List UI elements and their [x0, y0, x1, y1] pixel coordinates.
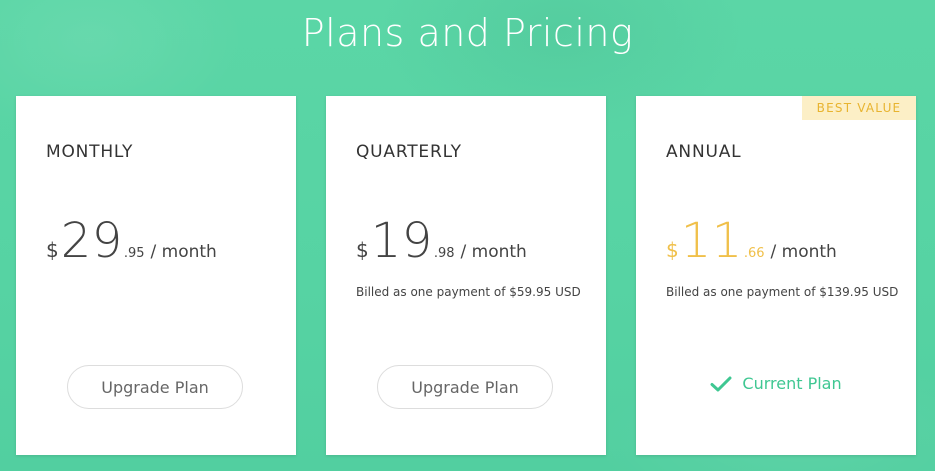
plan-name: QUARTERLY — [356, 142, 462, 162]
price-cents: .98 — [433, 246, 455, 261]
price-period: / month — [460, 242, 527, 262]
price-currency: $ — [356, 238, 369, 262]
current-plan-label: Current Plan — [742, 374, 842, 393]
price-whole: 11 — [680, 213, 743, 269]
price-cents: .95 — [123, 246, 145, 261]
price-period: / month — [150, 242, 217, 262]
price: $ 19 .98 / month — [356, 216, 527, 276]
price: $ 11 .66 / month — [666, 216, 837, 276]
plan-card-quarterly: QUARTERLY $ 19 .98 / month Billed as one… — [326, 96, 606, 455]
billing-note: Billed as one payment of $139.95 USD — [666, 285, 899, 299]
upgrade-plan-button[interactable]: Upgrade Plan — [67, 365, 243, 409]
plan-card-annual: BEST VALUE ANNUAL $ 11 .66 / month Bille… — [636, 96, 916, 455]
price-currency: $ — [666, 238, 679, 262]
plan-name: MONTHLY — [46, 142, 134, 162]
plan-name: ANNUAL — [666, 142, 742, 162]
check-icon — [710, 376, 732, 391]
price-cents: .66 — [743, 246, 765, 261]
price-period: / month — [770, 242, 837, 262]
billing-note: Billed as one payment of $59.95 USD — [356, 285, 581, 299]
price-whole: 19 — [370, 213, 433, 269]
best-value-badge: BEST VALUE — [802, 96, 916, 120]
price-whole: 29 — [60, 213, 123, 269]
page-title: Plans and Pricing — [301, 11, 634, 55]
price-currency: $ — [46, 238, 59, 262]
upgrade-plan-button[interactable]: Upgrade Plan — [377, 365, 553, 409]
current-plan-indicator: Current Plan — [636, 374, 916, 393]
plan-card-monthly: MONTHLY $ 29 .95 / month Upgrade Plan — [16, 96, 296, 455]
price: $ 29 .95 / month — [46, 216, 217, 276]
